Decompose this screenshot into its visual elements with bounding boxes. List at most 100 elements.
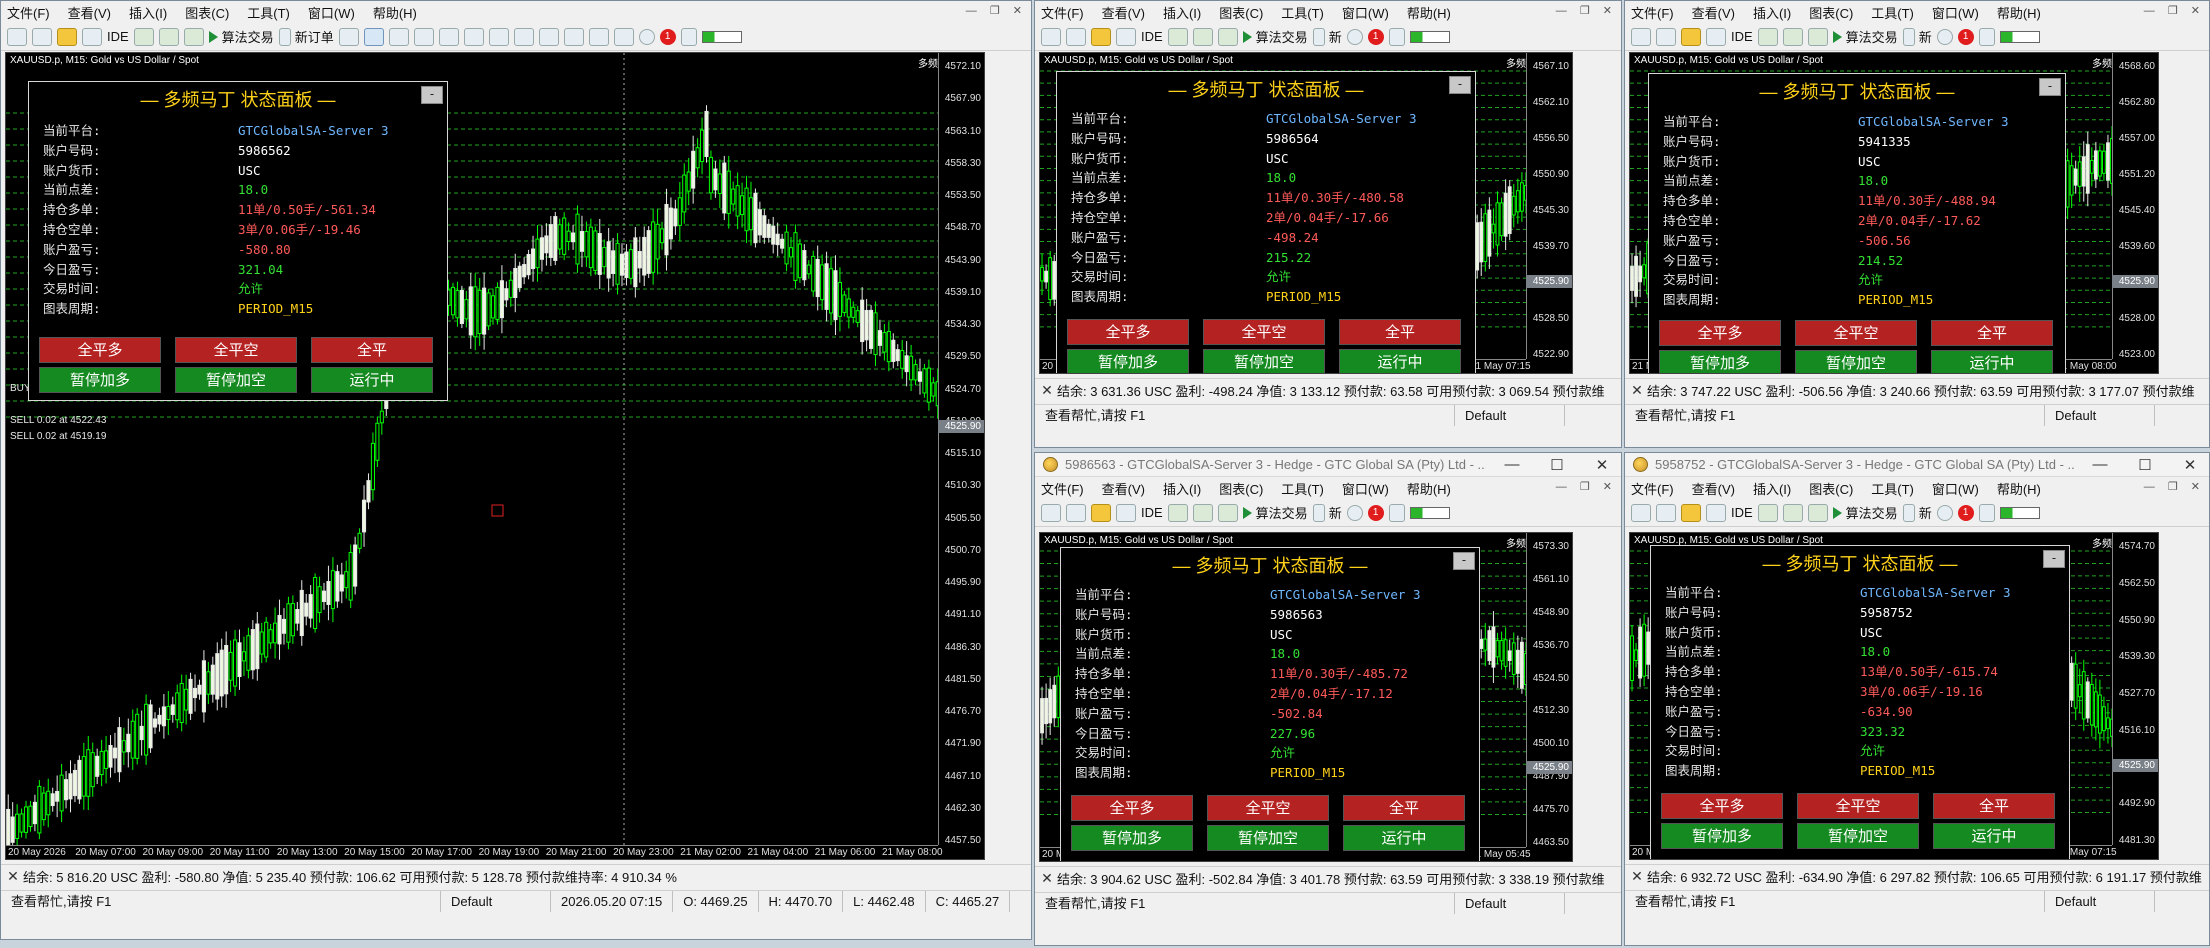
close-all-short-button[interactable]: 全平空 xyxy=(1207,795,1329,821)
close-all-button[interactable]: 全平 xyxy=(311,337,433,363)
signal-icon[interactable] xyxy=(1388,503,1405,522)
price-chart[interactable]: XAUUSD.p, M15: Gold vs US Dollar / Spot多… xyxy=(1039,532,1573,862)
menu-item[interactable]: 插入(I) xyxy=(1753,479,1791,498)
pause-add-short-button[interactable]: 暂停加空 xyxy=(1795,350,1917,373)
menu-item[interactable]: 工具(T) xyxy=(1281,479,1324,498)
menu-item[interactable]: 插入(I) xyxy=(129,3,167,22)
signal-icon[interactable] xyxy=(1978,27,1995,46)
cloud-icon[interactable] xyxy=(1782,27,1803,46)
chart-type-icon[interactable] xyxy=(1631,27,1651,46)
pause-add-long-button[interactable]: 暂停加多 xyxy=(1659,350,1781,373)
price-chart[interactable]: XAUUSD.p, M15: Gold vs US Dollar / Spot多… xyxy=(1039,52,1573,374)
menu-item[interactable]: 窗口(W) xyxy=(1342,3,1389,22)
vps-icon[interactable] xyxy=(183,27,204,46)
cloud-icon[interactable] xyxy=(158,27,179,46)
pause-add-short-button[interactable]: 暂停加空 xyxy=(1797,823,1919,849)
menu-item[interactable]: 图表(C) xyxy=(1809,479,1853,498)
search-icon[interactable] xyxy=(1936,28,1953,45)
running-status-button[interactable]: 运行中 xyxy=(1343,825,1465,851)
running-status-button[interactable]: 运行中 xyxy=(1933,823,2055,849)
panel-minimize-button[interactable]: - xyxy=(2043,550,2065,568)
menu-item[interactable]: 查看(V) xyxy=(1102,479,1145,498)
menu-item[interactable]: 查看(V) xyxy=(1102,3,1145,22)
lock-icon[interactable] xyxy=(1757,27,1778,46)
bars-icon[interactable] xyxy=(338,27,359,46)
close-all-long-button[interactable]: 全平多 xyxy=(39,337,161,363)
signal-icon[interactable] xyxy=(1978,503,1995,522)
close-icon[interactable]: ✕ xyxy=(2171,456,2209,474)
timeframe-icon[interactable] xyxy=(1066,503,1086,522)
menu-item[interactable]: 插入(I) xyxy=(1753,3,1791,22)
pause-add-short-button[interactable]: 暂停加空 xyxy=(175,367,297,393)
menu-item[interactable]: 窗口(W) xyxy=(308,3,355,22)
vps-icon[interactable] xyxy=(1217,27,1238,46)
ide-button[interactable]: IDE xyxy=(1141,505,1163,520)
close-all-long-button[interactable]: 全平多 xyxy=(1659,320,1781,346)
cursor-icon[interactable] xyxy=(563,27,584,46)
algo-trading-button[interactable]: 算法交易 xyxy=(1242,27,1308,46)
pause-add-long-button[interactable]: 暂停加多 xyxy=(1661,823,1783,849)
alert-badge[interactable]: 1 xyxy=(1957,28,1974,45)
line-icon[interactable] xyxy=(388,27,409,46)
pause-add-short-button[interactable]: 暂停加空 xyxy=(1207,825,1329,851)
price-chart[interactable]: XAUUSD.p, M15: Gold vs US Dollar / Spot多… xyxy=(1629,52,2159,374)
cloud-icon[interactable] xyxy=(1782,503,1803,522)
close-all-long-button[interactable]: 全平多 xyxy=(1071,795,1193,821)
crosshair-icon[interactable] xyxy=(588,27,609,46)
menu-item[interactable]: 帮助(H) xyxy=(373,3,417,22)
cloud-icon[interactable] xyxy=(1192,27,1213,46)
minimize-icon[interactable]: — xyxy=(2081,456,2119,473)
algo-trading-button[interactable]: 算法交易 xyxy=(1242,503,1308,522)
menu-item[interactable]: 文件(F) xyxy=(1041,479,1084,498)
menu-item[interactable]: 图表(C) xyxy=(1219,3,1263,22)
screenshot-icon[interactable] xyxy=(538,27,559,46)
ide-button[interactable]: IDE xyxy=(1731,29,1753,44)
search-icon[interactable] xyxy=(638,28,655,45)
menu-item[interactable]: 文件(F) xyxy=(1631,3,1674,22)
panel-minimize-button[interactable]: - xyxy=(1449,76,1471,94)
lock-icon[interactable] xyxy=(1167,503,1188,522)
symbol-icon[interactable] xyxy=(1681,503,1701,522)
timeframe-icon[interactable] xyxy=(32,27,52,46)
shift-icon[interactable] xyxy=(513,27,534,46)
close-all-button[interactable]: 全平 xyxy=(1339,319,1461,345)
scroll-icon[interactable] xyxy=(488,27,509,46)
close-all-short-button[interactable]: 全平空 xyxy=(1797,793,1919,819)
chart-type-icon[interactable] xyxy=(1041,27,1061,46)
window-titlebar[interactable]: 5986563 - GTCGlobalSA-Server 3 - Hedge -… xyxy=(1035,453,1621,477)
menu-item[interactable]: 窗口(W) xyxy=(1932,3,1979,22)
alert-badge[interactable]: 1 xyxy=(1367,28,1384,45)
running-status-button[interactable]: 运行中 xyxy=(1931,350,2053,373)
vertical-line-icon[interactable] xyxy=(613,27,634,46)
depth-icon[interactable] xyxy=(1116,503,1136,522)
price-chart[interactable]: XAUUSD.p, M15: Gold vs US Dollar / Spot多… xyxy=(1629,532,2159,860)
lock-icon[interactable] xyxy=(133,27,154,46)
search-icon[interactable] xyxy=(1346,28,1363,45)
signal-icon[interactable] xyxy=(1388,27,1405,46)
running-status-button[interactable]: 运行中 xyxy=(311,367,433,393)
chart-type-icon[interactable] xyxy=(1631,503,1651,522)
symbol-icon[interactable] xyxy=(1091,503,1111,522)
panel-minimize-button[interactable]: - xyxy=(1453,552,1475,570)
mdi-controls[interactable]: — ❐ ✕ xyxy=(2144,4,2205,17)
symbol-icon[interactable] xyxy=(57,27,77,46)
menu-item[interactable]: 窗口(W) xyxy=(1342,479,1389,498)
close-icon[interactable]: ✕ xyxy=(1583,456,1621,474)
menu-item[interactable]: 查看(V) xyxy=(1692,3,1735,22)
depth-icon[interactable] xyxy=(1706,503,1726,522)
lock-icon[interactable] xyxy=(1757,503,1778,522)
menu-item[interactable]: 图表(C) xyxy=(1809,3,1853,22)
menu-item[interactable]: 查看(V) xyxy=(68,3,111,22)
menu-item[interactable]: 文件(F) xyxy=(1041,3,1084,22)
new-order-button[interactable]: 新 xyxy=(1902,27,1932,46)
close-all-button[interactable]: 全平 xyxy=(1343,795,1465,821)
menu-item[interactable]: 帮助(H) xyxy=(1407,3,1451,22)
vps-icon[interactable] xyxy=(1807,27,1828,46)
alert-badge[interactable]: 1 xyxy=(1367,504,1384,521)
menu-item[interactable]: 工具(T) xyxy=(1871,479,1914,498)
lock-icon[interactable] xyxy=(1167,27,1188,46)
pause-add-short-button[interactable]: 暂停加空 xyxy=(1203,349,1325,373)
ide-button[interactable]: IDE xyxy=(1141,29,1163,44)
window-titlebar[interactable]: 5958752 - GTCGlobalSA-Server 3 - Hedge -… xyxy=(1625,453,2209,477)
running-status-button[interactable]: 运行中 xyxy=(1339,349,1461,373)
